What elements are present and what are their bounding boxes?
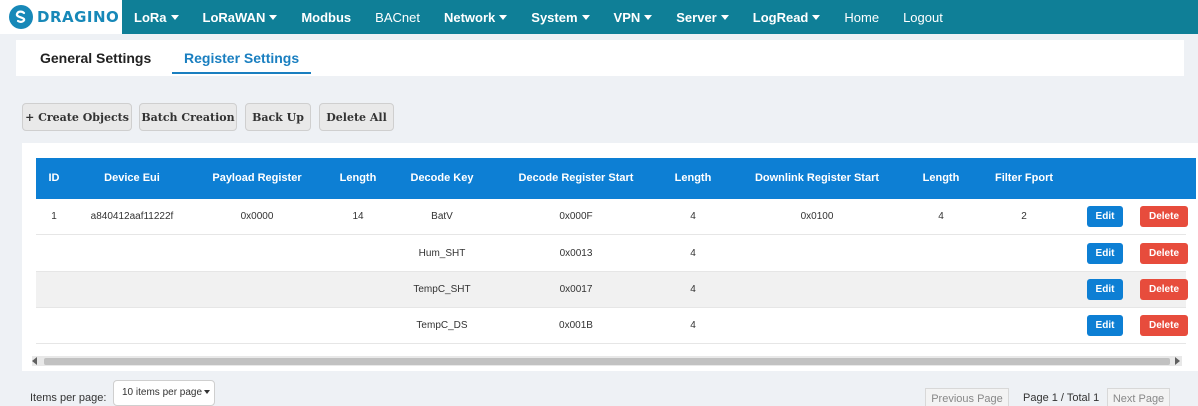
nav-item-label: Logout [903,9,943,25]
table-cell: 0x0100 [800,211,834,222]
column-header: Decode Register Start [518,172,634,184]
table-cell: Hum_SHT [418,248,466,259]
chevron-down-icon [720,14,729,20]
chevron-down-icon [644,14,653,20]
settings-tabs: General Settings Register Settings [16,40,1184,76]
top-navbar: DRAGINO LoRa LoRaWAN Modbus BACnet Network Sy… [0,0,1198,34]
table-row: 1 a840412aaf11222f 0x0000 14 BatV 0x000F 4 0x01… [36,199,1188,235]
nav-item-label: System [531,9,578,25]
table-header: ID Device Eui Payload Register Length Decode… [36,158,1196,199]
table-cell: 4 [938,211,944,222]
nav-item-server[interactable]: Server [664,0,740,34]
table-cell: 0x001B [559,320,593,331]
logo[interactable]: DRAGINO [0,0,122,34]
column-header: Device Eui [104,172,160,184]
chevron-down-icon [581,14,590,20]
column-header: Downlink Register Start [754,172,880,184]
nav-item-label: LoRa [134,9,167,25]
column-header: Length [339,172,377,184]
batch-creation-button[interactable]: Batch Creation [139,103,237,131]
table-cell: 0x000F [559,211,593,222]
table-cell: a840412aaf11222f [90,211,174,222]
edit-button[interactable]: Edit [1087,279,1123,300]
delete-all-button[interactable]: Delete All [319,103,394,131]
table-cell: 4 [690,284,696,295]
column-header: Payload Register [212,172,302,184]
edit-button[interactable]: Edit [1087,206,1123,227]
previous-page-button[interactable]: Previous Page [925,388,1009,406]
chevron-down-icon [812,14,821,20]
chevron-down-icon [499,14,508,20]
table-cell: 14 [352,211,364,222]
nav-menu: LoRa LoRaWAN Modbus BACnet Network System VPN S… [122,0,955,34]
scrollbar-thumb[interactable] [44,358,1170,365]
nav-item-label: BACnet [375,9,420,25]
chevron-down-icon [204,390,211,395]
items-per-page-label: Items per page: [30,392,107,404]
column-header: Decode Key [410,172,474,184]
nav-item-label: LogRead [752,9,809,25]
table-row: Hum_SHT 0x0013 4 Edit Delete [36,236,1188,272]
create-objects-button[interactable]: + Create Objects [22,103,132,131]
edit-button[interactable]: Edit [1087,315,1123,336]
column-header: Length [674,172,712,184]
table-cell: 0x0000 [240,211,274,222]
nav-item-modbus[interactable]: Modbus [289,0,363,34]
nav-item-network[interactable]: Network [432,0,519,34]
chevron-down-icon [170,14,179,20]
tab-register-settings[interactable]: Register Settings [172,40,312,74]
column-header: Filter Fport [994,172,1054,184]
delete-button[interactable]: Delete [1140,279,1188,300]
nav-item-label: VPN [613,9,641,25]
back-up-button[interactable]: Back Up [245,103,311,131]
scroll-left-icon[interactable] [32,357,37,365]
delete-button[interactable]: Delete [1140,206,1188,227]
nav-item-system[interactable]: System [519,0,601,34]
nav-item-lora[interactable]: LoRa [122,0,191,34]
tab-general-settings[interactable]: General Settings [28,40,163,74]
items-per-page-select[interactable]: 10 items per page [113,380,215,406]
delete-button[interactable]: Delete [1140,243,1188,264]
table-cell: BatV [431,211,453,222]
table-cell: 4 [690,248,696,259]
nav-item-label: Server [676,9,717,25]
next-page-button[interactable]: Next Page [1107,388,1170,406]
nav-item-bacnet[interactable]: BACnet [363,0,432,34]
page-info: Page 1 / Total 1 [1023,392,1100,404]
table-cell: TempC_DS [416,320,468,331]
column-header: Length [922,172,960,184]
table-cell: 1 [51,211,57,222]
nav-item-logout[interactable]: Logout [891,0,955,34]
table-row: TempC_DS 0x001B 4 Edit Delete [36,308,1188,344]
table-cell: 4 [690,320,696,331]
nav-item-label: Home [844,9,880,25]
edit-button[interactable]: Edit [1087,243,1123,264]
table-cell: 0x0017 [559,284,593,295]
nav-item-label: Network [443,9,496,25]
items-per-page-value: 10 items per page [122,387,203,398]
scroll-right-icon[interactable] [1175,357,1180,365]
table-cell: TempC_SHT [413,284,471,295]
table-cell: 4 [690,211,696,222]
column-header: ID [48,172,60,184]
chevron-down-icon [269,14,278,20]
delete-button[interactable]: Delete [1140,315,1188,336]
nav-item-vpn[interactable]: VPN [602,0,665,34]
nav-item-label: Modbus [301,9,352,25]
table-row: TempC_SHT 0x0017 4 Edit Delete [36,272,1188,308]
nav-item-lorawan[interactable]: LoRaWAN [191,0,290,34]
horizontal-scrollbar[interactable] [32,356,1182,366]
nav-item-logread[interactable]: LogRead [741,0,833,34]
logo-text: DRAGINO [37,8,120,26]
register-table-panel: ID Device Eui Payload Register Length Decode… [22,143,1198,371]
table-cell: 2 [1021,211,1027,222]
table-cell: 0x0013 [559,248,593,259]
nav-item-label: LoRaWAN [202,9,266,25]
nav-item-home[interactable]: Home [832,0,891,34]
dragino-logo-icon [9,5,33,29]
